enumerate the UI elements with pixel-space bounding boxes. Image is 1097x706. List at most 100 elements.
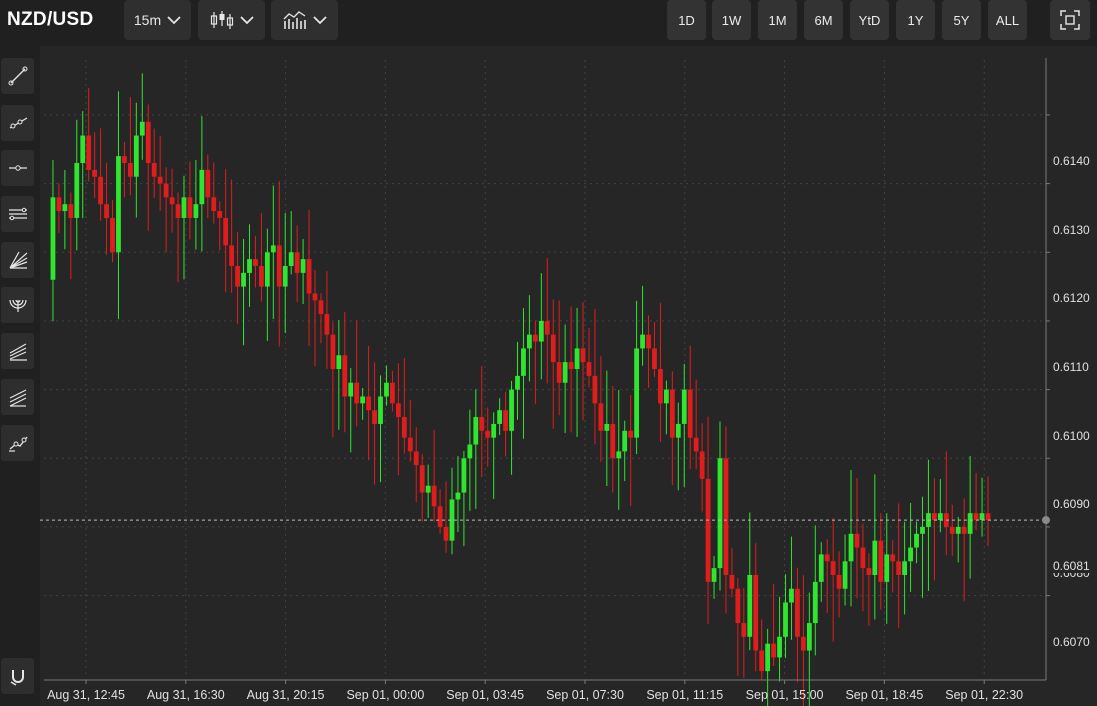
candle-body xyxy=(264,252,270,287)
candle-body xyxy=(366,396,372,411)
candle-body xyxy=(949,526,955,534)
range-1m-button[interactable]: 1M xyxy=(758,0,797,40)
range-6m-button[interactable]: 6M xyxy=(804,0,843,40)
candle xyxy=(854,478,860,599)
y-tick-label: 0.6110 xyxy=(1053,359,1089,374)
candle xyxy=(390,370,395,412)
candle xyxy=(681,363,687,487)
candle xyxy=(521,308,526,439)
candle xyxy=(860,523,866,612)
candle-body xyxy=(467,444,473,459)
candle xyxy=(800,575,806,706)
candle-body xyxy=(759,650,765,672)
candle-body xyxy=(324,314,330,335)
candle-body xyxy=(104,204,109,218)
fullscreen-button[interactable] xyxy=(1050,0,1090,40)
candle xyxy=(264,228,270,341)
candle-body xyxy=(556,362,562,383)
candle-body xyxy=(401,417,407,438)
range-1d-button[interactable]: 1D xyxy=(667,0,706,40)
candle xyxy=(324,270,330,369)
candle xyxy=(866,553,872,626)
x-tick-label: Sep 01, 03:45 xyxy=(446,688,525,702)
candle xyxy=(50,160,56,322)
candle-body xyxy=(300,259,306,273)
candle xyxy=(419,454,425,522)
candle xyxy=(747,512,753,651)
x-tick-label: Aug 31, 12:45 xyxy=(47,688,125,702)
candle-body xyxy=(497,410,503,424)
candle-body xyxy=(652,348,657,369)
x-tick-label: Sep 01, 11:15 xyxy=(646,688,724,702)
candle-body xyxy=(753,575,759,651)
y-tick-label: 0.6100 xyxy=(1053,428,1090,443)
candle-body xyxy=(616,451,622,459)
candle xyxy=(902,521,908,615)
candle-body xyxy=(806,623,812,651)
price-chart[interactable] xyxy=(0,46,1097,706)
candle-body xyxy=(550,334,556,363)
candle xyxy=(842,534,848,606)
range-1w-button[interactable]: 1W xyxy=(712,0,751,40)
candle xyxy=(771,584,776,667)
candle xyxy=(652,322,657,378)
candle xyxy=(503,391,508,457)
candle-body xyxy=(878,540,884,582)
candle-body xyxy=(896,561,902,575)
candle xyxy=(449,467,455,555)
candle xyxy=(306,209,312,346)
candle xyxy=(574,307,580,438)
candle-body xyxy=(789,588,794,603)
candle-body xyxy=(384,382,389,397)
candle-body xyxy=(354,382,360,404)
range-1y-button[interactable]: 1Y xyxy=(896,0,935,40)
candle-body xyxy=(729,575,735,589)
candle-body xyxy=(818,554,824,582)
candle-body xyxy=(181,197,187,218)
candle xyxy=(247,224,252,307)
candle xyxy=(908,502,913,592)
candle xyxy=(616,389,622,510)
range-all-button[interactable]: ALL xyxy=(988,0,1027,40)
interval-dropdown[interactable]: 15m xyxy=(124,0,191,40)
chart-style-dropdown[interactable] xyxy=(198,0,265,40)
candle xyxy=(235,232,240,325)
candle-body xyxy=(342,355,348,397)
candle xyxy=(491,412,497,499)
candle xyxy=(169,168,175,233)
candle xyxy=(181,175,187,280)
candle-body xyxy=(455,492,461,500)
candle-body xyxy=(425,485,431,493)
range-5y-button[interactable]: 5Y xyxy=(942,0,981,40)
candle xyxy=(955,516,961,563)
candle-body xyxy=(133,135,139,177)
candle xyxy=(229,179,235,293)
candle xyxy=(92,132,98,199)
candle xyxy=(783,574,788,658)
fullscreen-icon xyxy=(1060,10,1080,30)
candle-body xyxy=(854,533,860,548)
candle xyxy=(318,293,324,344)
candle xyxy=(473,389,479,509)
candle-body xyxy=(830,561,836,575)
candle-body xyxy=(395,403,401,418)
candle-body xyxy=(884,554,890,582)
candle-body xyxy=(205,169,211,198)
candle-body xyxy=(610,423,616,459)
x-tick-label: Sep 01, 00:00 xyxy=(346,688,425,702)
candle-body xyxy=(413,451,419,466)
candle xyxy=(759,619,765,680)
candle xyxy=(604,370,610,487)
indicators-dropdown[interactable] xyxy=(271,0,338,40)
range-ytd-button[interactable]: YtD xyxy=(850,0,889,40)
candle xyxy=(288,211,294,275)
candle-body xyxy=(973,513,979,521)
candle-body xyxy=(312,293,318,301)
candle-body xyxy=(270,245,276,253)
candle-body xyxy=(485,430,491,438)
candle xyxy=(562,324,568,434)
candle xyxy=(139,73,145,160)
current-price-label: 0.6081 xyxy=(1053,559,1090,574)
y-tick-label: 0.6120 xyxy=(1053,291,1090,306)
candle xyxy=(931,478,937,581)
